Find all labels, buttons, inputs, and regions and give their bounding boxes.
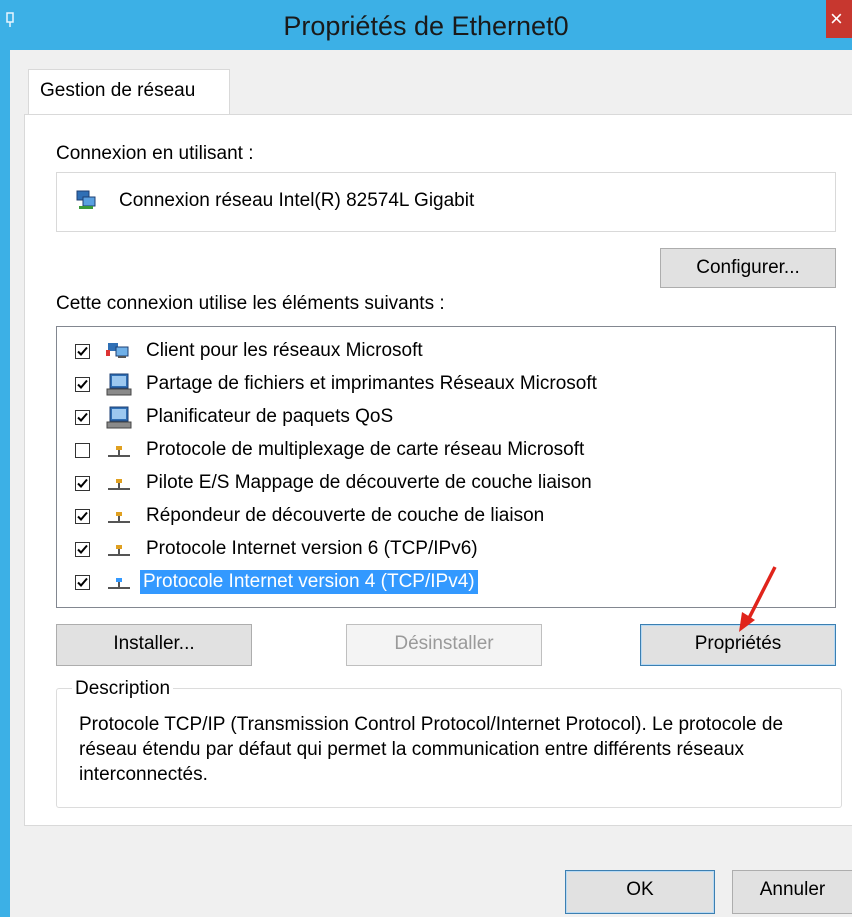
adapter-name: Connexion réseau Intel(R) 82574L Gigabit <box>119 190 475 211</box>
list-item[interactable]: Pilote E/S Mappage de découverte de couc… <box>57 467 833 500</box>
list-item-label: Client pour les réseaux Microsoft <box>146 340 423 361</box>
list-item-label: Protocole Internet version 6 (TCP/IPv6) <box>146 538 478 559</box>
list-item[interactable]: Répondeur de découverte de couche de lia… <box>57 500 833 533</box>
list-item[interactable]: Planificateur de paquets QoS <box>57 401 833 434</box>
checkbox[interactable] <box>75 410 90 425</box>
list-item-label: Planificateur de paquets QoS <box>146 406 394 427</box>
connect-using-label: Connexion en utilisant : <box>56 143 254 164</box>
checkbox[interactable] <box>75 443 90 458</box>
list-item-label: Protocole de multiplexage de carte résea… <box>146 439 585 460</box>
list-item[interactable]: Protocole de multiplexage de carte résea… <box>57 434 833 467</box>
close-button[interactable]: × <box>826 0 852 38</box>
checkbox[interactable] <box>75 542 90 557</box>
window-title: Propriétés de Ethernet0 <box>283 11 569 41</box>
components-list[interactable]: Client pour les réseaux Microsoft Partag… <box>56 326 836 608</box>
list-item-label: Pilote E/S Mappage de découverte de couc… <box>146 472 592 493</box>
computer-service-icon <box>106 373 132 396</box>
list-item-label: Protocole Internet version 4 (TCP/IPv4) <box>140 570 478 594</box>
list-item-label: Partage de fichiers et imprimantes Résea… <box>146 373 597 394</box>
install-button[interactable]: Installer... <box>56 624 252 666</box>
checkbox[interactable] <box>75 509 90 524</box>
checkbox[interactable] <box>75 575 90 590</box>
list-item-label: Répondeur de découverte de couche de lia… <box>146 505 545 526</box>
protocol-icon <box>108 479 130 490</box>
description-legend: Description <box>72 678 174 700</box>
list-item-selected[interactable]: Protocole Internet version 4 (TCP/IPv4) <box>57 566 833 599</box>
description-text: Protocole TCP/IP (Transmission Control P… <box>79 714 784 785</box>
cancel-button[interactable]: Annuler <box>732 870 852 914</box>
close-icon: × <box>830 6 843 31</box>
title-bar: Propriétés de Ethernet0 × <box>0 0 852 50</box>
checkbox[interactable] <box>75 344 90 359</box>
ok-button[interactable]: OK <box>565 870 715 914</box>
list-item[interactable]: Partage de fichiers et imprimantes Résea… <box>57 368 833 401</box>
list-item[interactable]: Protocole Internet version 6 (TCP/IPv6) <box>57 533 833 566</box>
protocol-icon <box>108 545 130 556</box>
network-adapter-icon <box>76 190 96 209</box>
list-item[interactable]: Client pour les réseaux Microsoft <box>57 335 833 368</box>
protocol-icon <box>108 446 130 457</box>
checkbox[interactable] <box>75 476 90 491</box>
components-label: Cette connexion utilise les éléments sui… <box>56 293 445 314</box>
protocol-icon <box>108 578 130 589</box>
network-client-icon <box>106 343 129 358</box>
adapter-box: Connexion réseau Intel(R) 82574L Gigabit <box>56 172 836 232</box>
tab-networking[interactable]: Gestion de réseau <box>28 69 230 115</box>
uninstall-button[interactable]: Désinstaller <box>346 624 542 666</box>
checkbox[interactable] <box>75 377 90 392</box>
configure-button[interactable]: Configurer... <box>660 248 836 288</box>
computer-service-icon <box>106 406 132 429</box>
protocol-icon <box>108 512 130 523</box>
properties-button[interactable]: Propriétés <box>640 624 836 666</box>
